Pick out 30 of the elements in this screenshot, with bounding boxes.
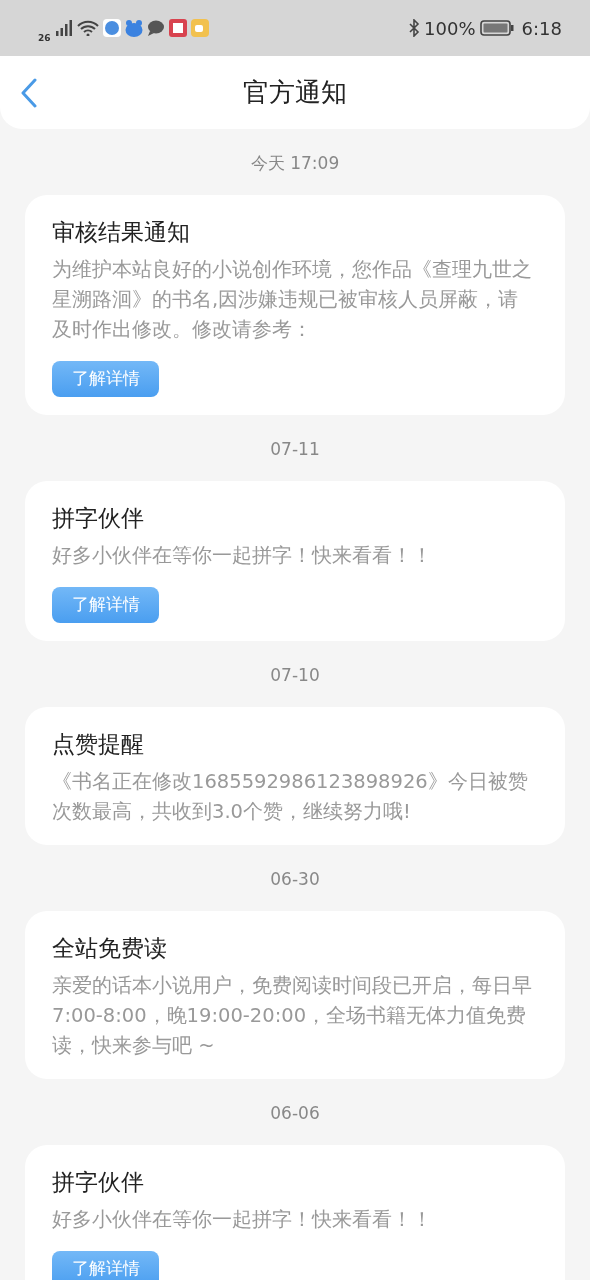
date-label: 07-10 [269,664,321,687]
notice-title: 审核结果通知 [52,217,191,247]
date-label: 06-06 [269,1102,321,1125]
date-label: 06-30 [269,868,321,891]
details-button[interactable]: 了解详情 [52,1251,159,1280]
battery-icon [479,19,514,37]
notice-title: 全站免费读 [52,933,168,963]
date-label: 07-11 [269,438,321,461]
notice-title: 拼字伙伴 [52,1167,145,1197]
bluetooth-icon [408,19,421,37]
notice-text: 好多小伙伴在等你一起拼字！快来看看！！ [52,1207,433,1233]
wifi-icon [76,20,99,36]
details-button[interactable]: 了解详情 [52,587,159,623]
notice-title: 点赞提醒 [52,729,145,759]
notice-text: 亲爱的话本小说用户，免费阅读时间段已开启，每日早7:00-8:00，晚19:00-20:00，全场书籍无体力值免费读，快来参与吧 ~ [52,973,533,1059]
network-label: 26 [38,32,51,46]
back-button[interactable] [20,78,38,108]
page-title: 官方通知 [243,76,347,109]
app-icon [102,19,121,37]
notice-text: 《书名正在修改1685592986123898926》今日被赞次数最高，共收到3.0个赞，继续努力哦! [52,769,529,825]
battery-level: 100% [424,16,476,41]
clock: 6:18 [521,16,562,41]
signal-icon [54,20,73,36]
notice-text: 为维护本站良好的小说创作环境，您作品《查理九世之星溯路洄》的书名,因涉嫌违规已被审核人员屏蔽，请及时作出修改。修改请参考： [52,257,533,343]
date-label: 今天 17:09 [249,152,341,175]
chat-icon [146,20,165,36]
bear-icon [124,19,143,37]
notice-title: 拼字伙伴 [52,503,145,533]
notice-text: 好多小伙伴在等你一起拼字！快来看看！！ [52,543,433,569]
details-button[interactable]: 了解详情 [52,361,159,397]
